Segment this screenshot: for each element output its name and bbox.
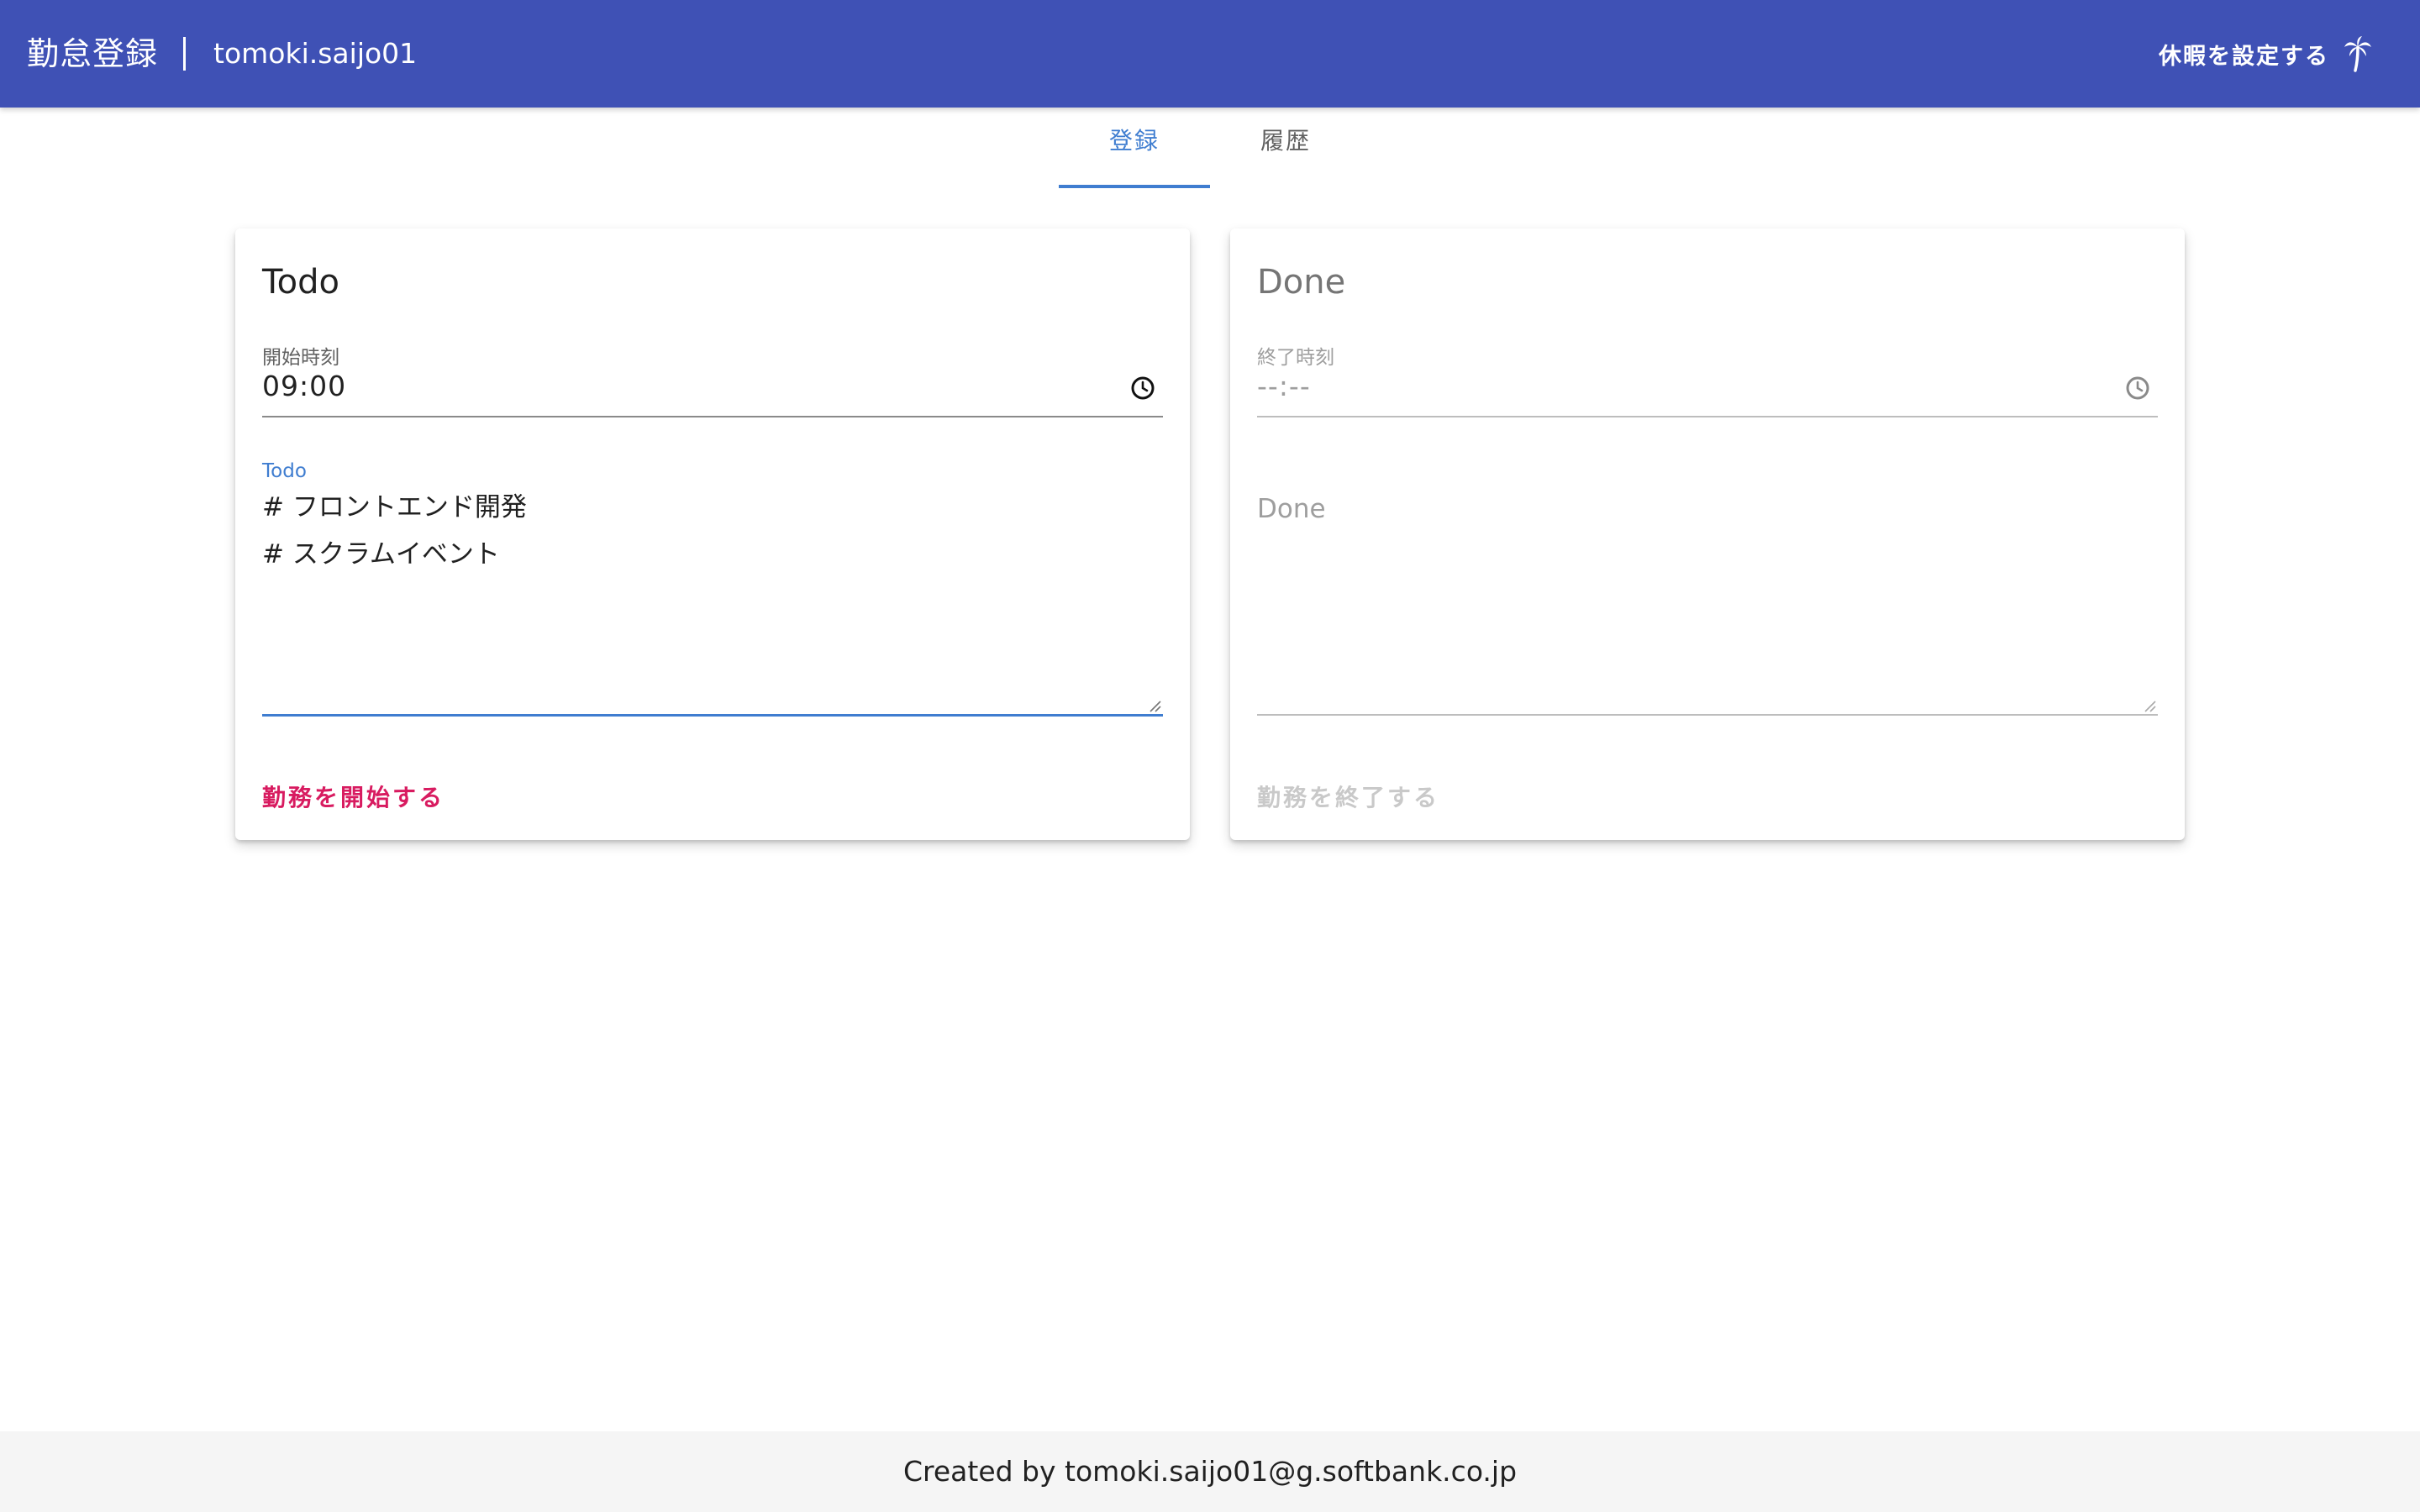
todo-textarea-value: # フロントエンド開発 # スクラムイベント — [262, 492, 527, 570]
clock-icon[interactable] — [2124, 375, 2151, 402]
start-time-label: 開始時刻 — [262, 347, 339, 369]
start-work-button[interactable]: 勤務を開始する — [262, 780, 445, 813]
done-textarea[interactable] — [1257, 480, 2158, 942]
end-work-button[interactable]: 勤務を終了する — [1257, 780, 1439, 813]
app-bar: 勤怠登録 tomoki.saijo01 休暇を設定する — [0, 0, 2420, 108]
app-title: 勤怠登録 — [27, 35, 159, 72]
clock-icon[interactable] — [1129, 375, 1156, 402]
tab-register[interactable]: 登録 — [1059, 101, 1210, 180]
user-name: tomoki.saijo01 — [213, 37, 418, 70]
tab-history[interactable]: 履歴 — [1210, 101, 1361, 180]
done-textarea-underline — [1257, 714, 2158, 716]
footer-credit: Created by tomoki.saijo01@g.softbank.co.… — [902, 1455, 1518, 1488]
todo-card: Todo 開始時刻 09:00 Todo # フロントエンド開発 # スクラムイ… — [235, 228, 1190, 840]
todo-textarea-underline — [262, 714, 1163, 717]
title-divider — [183, 37, 186, 71]
resize-grip-icon[interactable] — [2143, 699, 2156, 712]
end-time-input[interactable]: --:-- — [1257, 370, 1311, 402]
done-card-title: Done — [1257, 263, 1346, 302]
end-time-label: 終了時刻 — [1257, 347, 1334, 369]
start-time-input[interactable]: 09:00 — [262, 370, 346, 402]
done-card: Done 終了時刻 --:-- Done 勤務を終了する — [1230, 228, 2185, 840]
todo-card-title: Todo — [262, 263, 339, 302]
end-time-underline — [1257, 416, 2158, 417]
resize-grip-icon[interactable] — [1148, 699, 1161, 712]
done-textarea-placeholder: Done — [1257, 494, 1326, 524]
palm-tree-icon — [2343, 35, 2373, 72]
todo-textarea-label: Todo — [262, 460, 307, 482]
active-tab-indicator — [1059, 185, 1210, 188]
tab-bar: 登録 履歴 — [1059, 108, 1361, 188]
footer: Created by tomoki.saijo01@g.softbank.co.… — [0, 1431, 2420, 1512]
set-vacation-label: 休暇を設定する — [2159, 43, 2329, 70]
set-vacation-button[interactable]: 休暇を設定する — [2159, 25, 2373, 82]
start-time-underline — [262, 416, 1163, 417]
